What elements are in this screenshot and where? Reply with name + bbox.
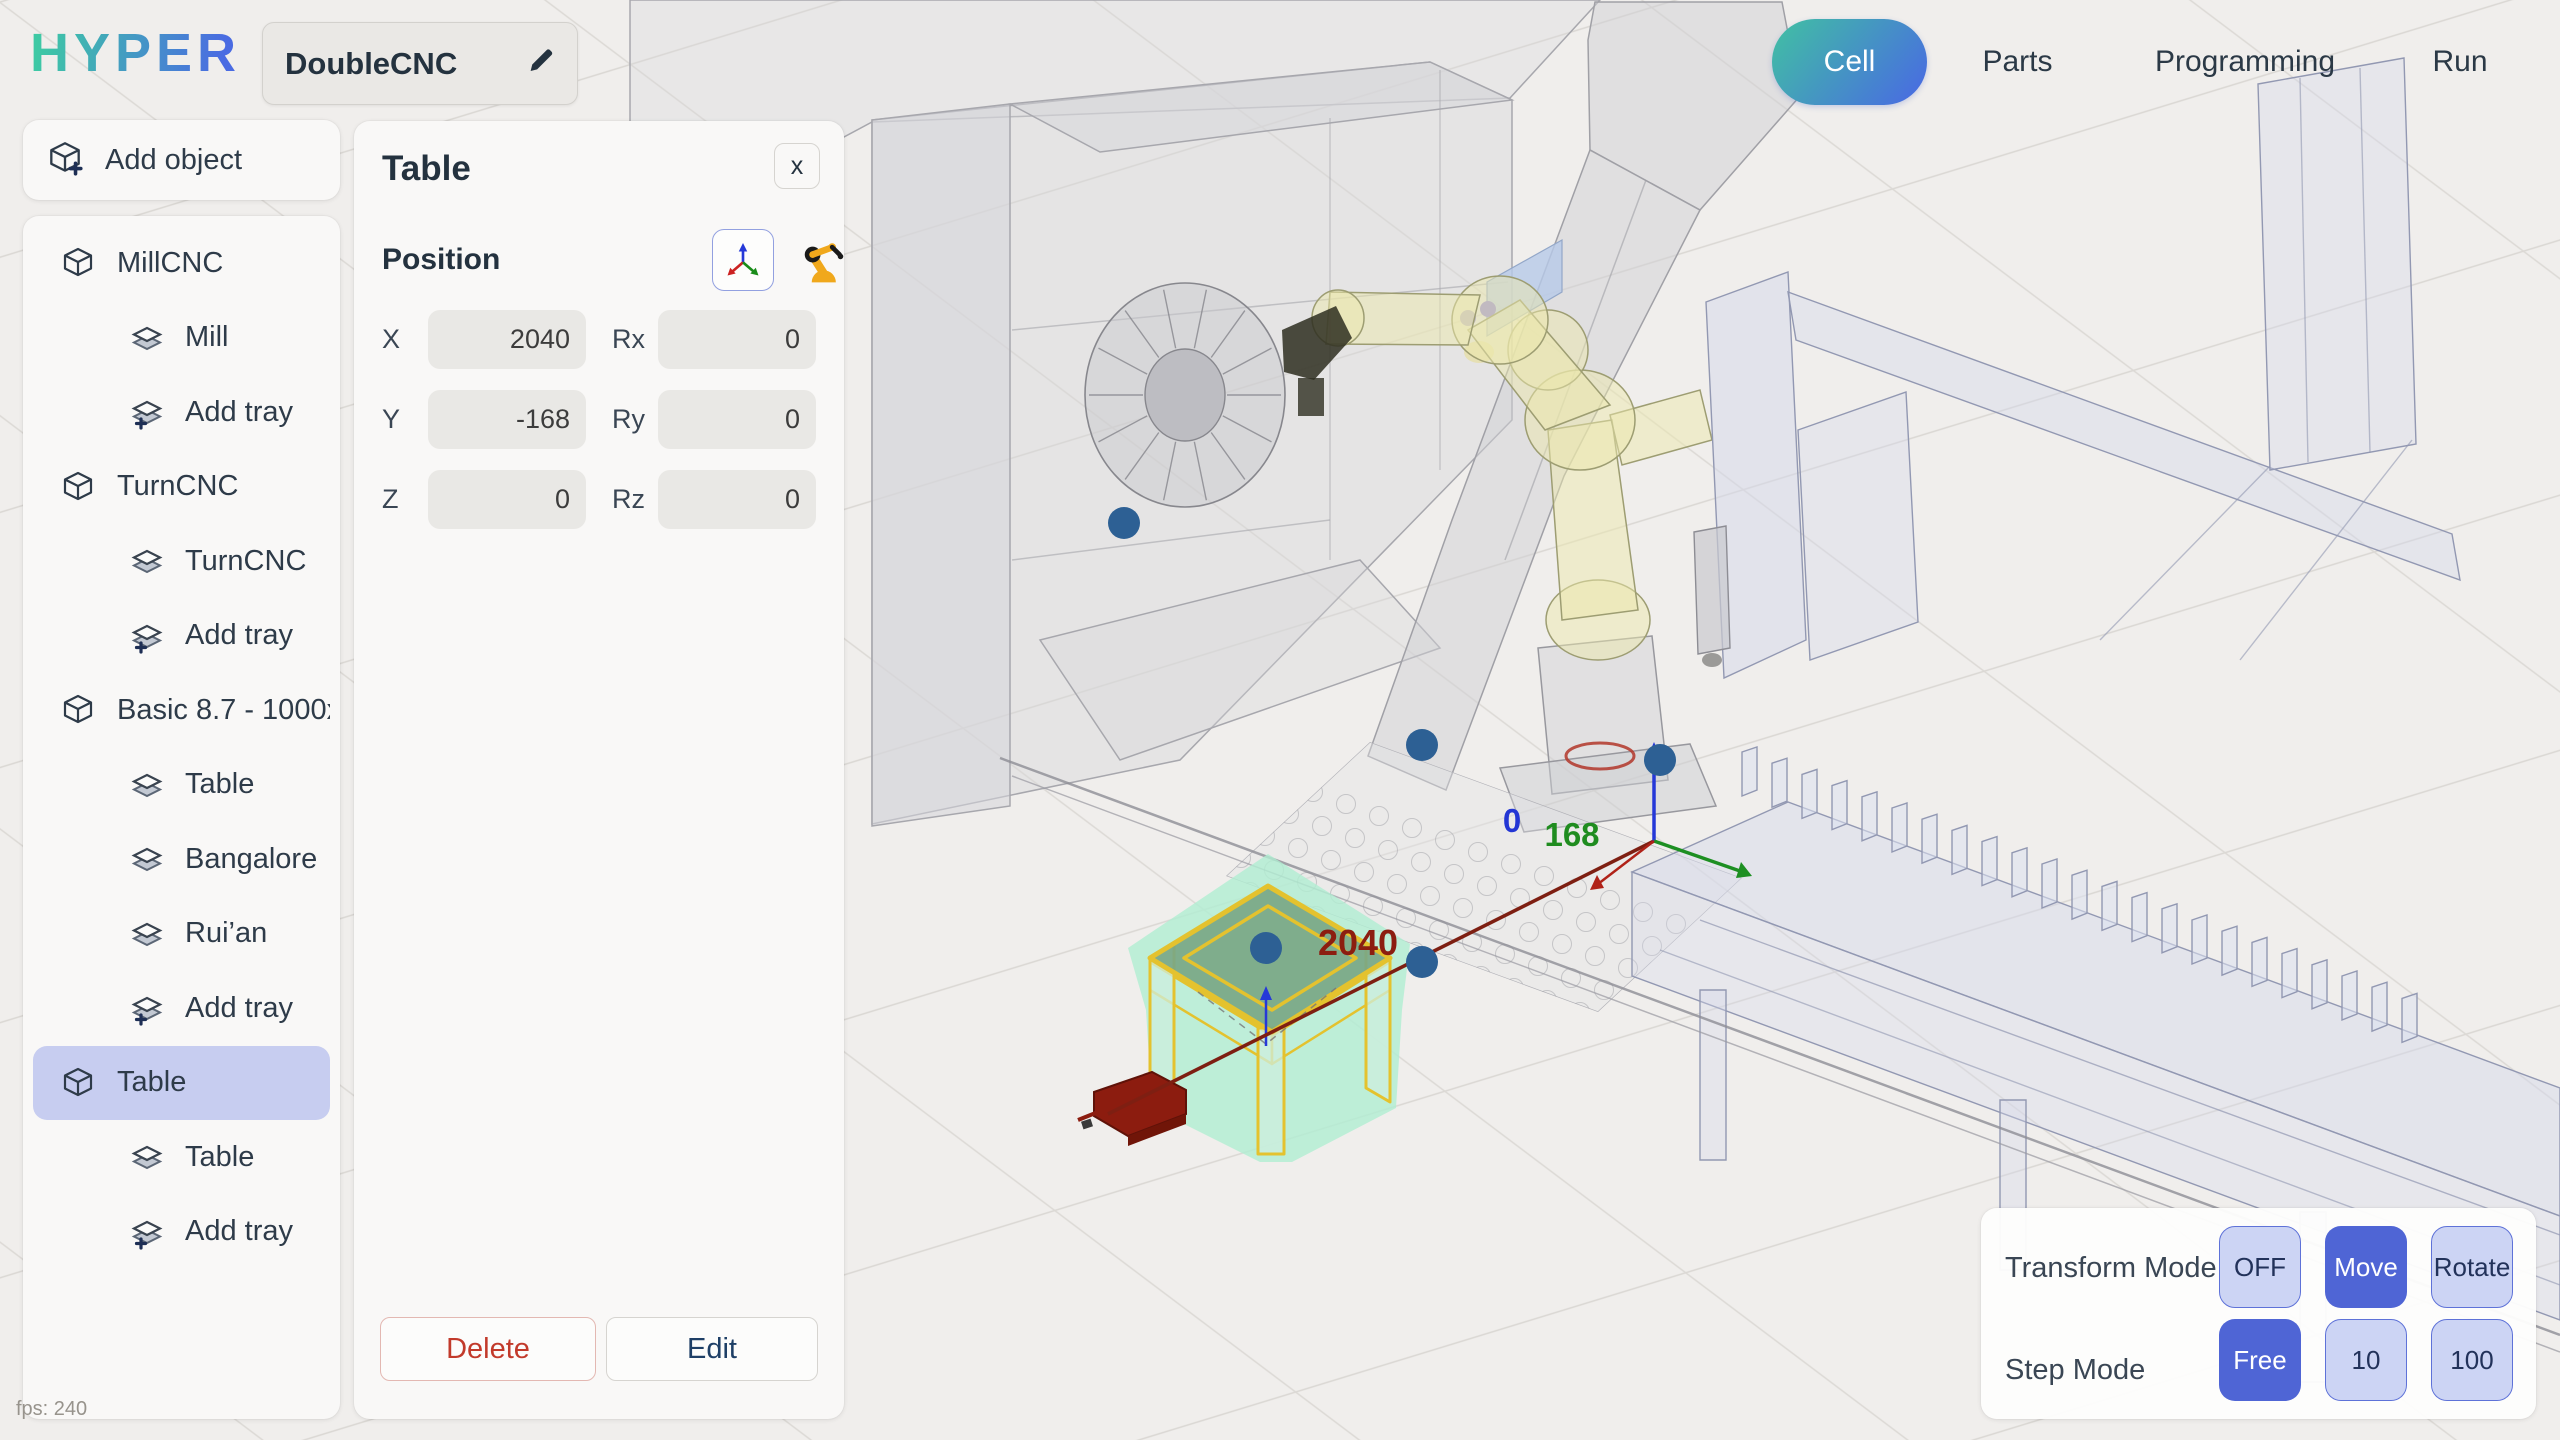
delete-button[interactable]: Delete [380, 1317, 596, 1381]
tree-item-basic[interactable]: Basic 8.7 - 1000x10... [33, 673, 330, 748]
tree-item-ruian[interactable]: Rui’an [33, 897, 330, 972]
axes-icon [719, 236, 767, 284]
step-mode-label: Step Mode [2005, 1354, 2145, 1387]
transform-off-button[interactable]: OFF [2219, 1226, 2301, 1308]
box-icon [59, 244, 97, 282]
step-free-button[interactable]: Free [2219, 1319, 2301, 1401]
close-panel-button[interactable]: x [774, 143, 820, 189]
tree-item-turncnc[interactable]: TurnCNC [33, 524, 330, 599]
field-label-x: X [382, 324, 400, 355]
transform-mode-label: Transform Mode [2005, 1252, 2217, 1285]
add-tray-icon [129, 1214, 165, 1250]
tree-item-millcnc[interactable]: MillCNC [33, 226, 330, 301]
attachment-dot [1250, 932, 1282, 964]
field-label-rx: Rx [612, 324, 645, 355]
robot-icon [795, 236, 847, 288]
tab-programming[interactable]: Programming [2120, 19, 2370, 105]
attachment-dot [1108, 507, 1140, 539]
tree-item-table[interactable]: Table [33, 748, 330, 823]
edit-project-icon[interactable] [525, 46, 555, 81]
attachment-dot [1644, 744, 1676, 776]
app-logo: HYPER [30, 22, 241, 84]
tree-item-add-tray[interactable]: Add tray [33, 971, 330, 1046]
position-section-title: Position [382, 243, 500, 277]
tab-cell[interactable]: Cell [1772, 19, 1927, 105]
layers-icon [129, 1139, 165, 1175]
add-box-icon [45, 138, 85, 183]
tree-item-add-tray[interactable]: Add tray [33, 375, 330, 450]
object-tree: MillCNC Mill Add tray TurnCNC TurnCNC Ad… [23, 216, 340, 1419]
ry-input[interactable] [658, 390, 816, 449]
layers-icon [129, 841, 165, 877]
tree-item-add-tray[interactable]: Add tray [33, 599, 330, 674]
properties-panel: Table x Position X Rx Y Ry Z Rz Delete E… [354, 121, 844, 1419]
add-tray-icon [129, 990, 165, 1026]
rx-input[interactable] [658, 310, 816, 369]
layers-icon [129, 916, 165, 952]
attachment-dot [1406, 946, 1438, 978]
project-name-label: DoubleCNC [285, 46, 457, 82]
tree-item-mill[interactable]: Mill [33, 301, 330, 376]
tool-carousel [1085, 283, 1285, 507]
layers-icon [129, 767, 165, 803]
add-object-label: Add object [105, 144, 242, 177]
y-input[interactable] [428, 390, 586, 449]
add-tray-icon [129, 394, 165, 430]
box-icon [59, 468, 97, 506]
tree-item-table-child[interactable]: Table [33, 1120, 330, 1195]
layers-icon [129, 543, 165, 579]
step-100-button[interactable]: 100 [2431, 1319, 2513, 1401]
x-input[interactable] [428, 310, 586, 369]
tab-parts[interactable]: Parts [1950, 19, 2085, 105]
transform-move-button[interactable]: Move [2325, 1226, 2407, 1308]
box-icon [59, 691, 97, 729]
field-label-z: Z [382, 484, 399, 515]
tab-run[interactable]: Run [2395, 19, 2525, 105]
transform-rotate-button[interactable]: Rotate [2431, 1226, 2513, 1308]
box-icon [59, 1064, 97, 1102]
panel-title: Table [382, 149, 471, 189]
transform-controls-panel: Transform Mode Step Mode OFF Move Rotate… [1981, 1208, 2536, 1419]
field-label-y: Y [382, 404, 400, 435]
fps-counter: fps: 240 [16, 1398, 87, 1421]
robot-frame-button[interactable] [790, 231, 852, 293]
field-label-rz: Rz [612, 484, 645, 515]
step-10-button[interactable]: 10 [2325, 1319, 2407, 1401]
world-frame-button[interactable] [712, 229, 774, 291]
add-tray-icon [129, 618, 165, 654]
tree-item-table-selected[interactable]: Table [33, 1046, 330, 1121]
y-distance-label: 168 [1544, 816, 1599, 853]
tree-item-turncnc-group[interactable]: TurnCNC [33, 450, 330, 525]
project-name-box[interactable]: DoubleCNC [262, 22, 578, 105]
z-input[interactable] [428, 470, 586, 529]
layers-icon [129, 320, 165, 356]
add-object-button[interactable]: Add object [23, 120, 340, 200]
tree-item-add-tray[interactable]: Add tray [33, 1195, 330, 1270]
tree-item-bangalore[interactable]: Bangalore [33, 822, 330, 897]
field-label-ry: Ry [612, 404, 645, 435]
edit-button[interactable]: Edit [606, 1317, 818, 1381]
x-distance-label: 2040 [1318, 922, 1398, 963]
attachment-dot [1406, 729, 1438, 761]
z-distance-label: 0 [1503, 802, 1521, 839]
rz-input[interactable] [658, 470, 816, 529]
